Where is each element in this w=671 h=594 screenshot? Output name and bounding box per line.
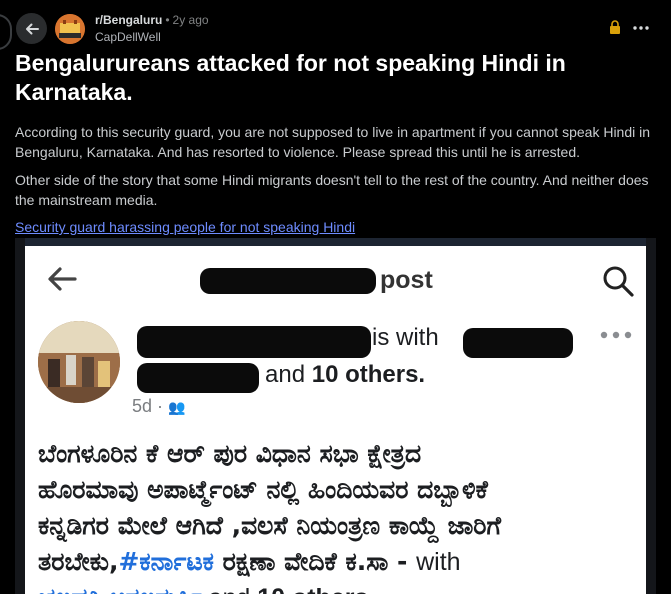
kannada-line-4-start: ತರಬೇಕು, xyxy=(38,547,119,576)
subreddit-name[interactable]: r/Bengaluru xyxy=(95,13,162,27)
subreddit-avatar[interactable] xyxy=(55,14,85,44)
facebook-screenshot: post is with and 10 others. 5d · 👥 ಬೆಂಗಳ… xyxy=(25,246,646,594)
kannada-line-3: ಕನ್ನಡಿಗರ ಮೇಲೆ ಆಗಿದೆ ,ವಲಸೆ ನಿಯಂತ್ರಣ ಕಾಯ್ದ… xyxy=(38,511,502,540)
search-icon xyxy=(603,266,634,297)
kannada-line-2: ಹೊರಮಾವು ಅಪಾರ್ಟ್ಮೆಂಟ್ ನಲ್ಲಿ ಹಿಂದಿಯವರ ದಬ್ಬ… xyxy=(38,475,488,504)
redacted-name-header xyxy=(200,268,376,294)
post-body-paragraph-1: According to this security guard, you ar… xyxy=(15,124,651,160)
karnataka-hashtag: #ಕರ್ನಾಟಕ xyxy=(118,547,214,576)
post-title: Bengalurureans attacked for not speaking… xyxy=(15,50,566,105)
screenshot-header-label: post xyxy=(380,266,433,294)
sidebar-edge[interactable] xyxy=(0,14,12,50)
redacted-author-name xyxy=(137,326,371,358)
arrow-left-icon xyxy=(25,23,39,34)
more-horizontal-icon xyxy=(600,331,632,339)
facebook-profile-photo xyxy=(38,321,120,403)
tagged-person-name: ಚಲಪತಿ ಅಗಲಗುರ್ಕಿ xyxy=(38,583,202,594)
kannada-post-text: ಬೆಂಗಳೂರಿನ ಕೆ ಆರ್ ಪುರ ವಿಧಾನ ಸಭಾ ಕ್ಷೇತ್ರದ … xyxy=(38,436,638,594)
others-bottom: 10 others. xyxy=(257,584,375,594)
and-others-text: and 10 others. xyxy=(265,361,425,389)
facebook-post-time: 5d · 👥 xyxy=(132,396,186,416)
others-count: 10 others. xyxy=(311,361,426,388)
separator-dot: • xyxy=(165,13,170,27)
is-with-text: is with xyxy=(372,324,439,351)
lock-icon xyxy=(610,20,620,34)
with-word: with xyxy=(416,548,461,576)
kannada-line-4-end: ರಕ್ಷಣಾ ವೇದಿಕೆ ಕ.ಸಾ - xyxy=(213,547,417,576)
post-external-link[interactable]: Security guard harassing people for not … xyxy=(15,217,355,237)
post-page: r/Bengaluru • 2y ago CapDellWell Bengaluru… xyxy=(0,0,671,594)
more-options-button[interactable] xyxy=(630,18,652,38)
post-meta: r/Bengaluru • 2y ago CapDellWell xyxy=(95,12,209,46)
and-word-bottom: and xyxy=(202,584,258,594)
back-button[interactable] xyxy=(16,13,47,44)
post-time: 2y ago xyxy=(172,13,209,27)
profile-photo-image xyxy=(38,321,120,403)
subreddit-logo xyxy=(55,14,85,44)
redacted-tagged-name-2 xyxy=(137,363,259,393)
kannada-line-1: ಬೆಂಗಳೂರಿನ ಕೆ ಆರ್ ಪುರ ವಿಧಾನ ಸಭಾ ಕ್ಷೇತ್ರದ xyxy=(38,439,422,468)
image-blur-left xyxy=(15,238,25,594)
friends-icon: 👥 xyxy=(168,399,186,415)
arrow-left-icon xyxy=(48,267,77,291)
post-image[interactable]: post is with and 10 others. 5d · 👥 ಬೆಂಗಳ… xyxy=(15,238,656,594)
more-horizontal-icon xyxy=(633,26,649,30)
image-blur-right xyxy=(646,238,656,594)
kannada-line-4: ತರಬೇಕು,#ಕರ್ನಾಟಕ ರಕ್ಷಣಾ ವೇದಿಕೆ ಕ.ಸಾ - wit… xyxy=(38,544,638,580)
and-word: and xyxy=(265,361,306,388)
post-age: 5d xyxy=(132,396,153,416)
redacted-tagged-name-1 xyxy=(463,328,573,358)
post-body-paragraph-2: Other side of the story that some Hindi … xyxy=(15,172,649,208)
kannada-line-5: ಚಲಪತಿ ಅಗಲಗುರ್ಕಿ and 10 others. xyxy=(38,580,638,594)
author-username[interactable]: CapDellWell xyxy=(95,29,209,46)
